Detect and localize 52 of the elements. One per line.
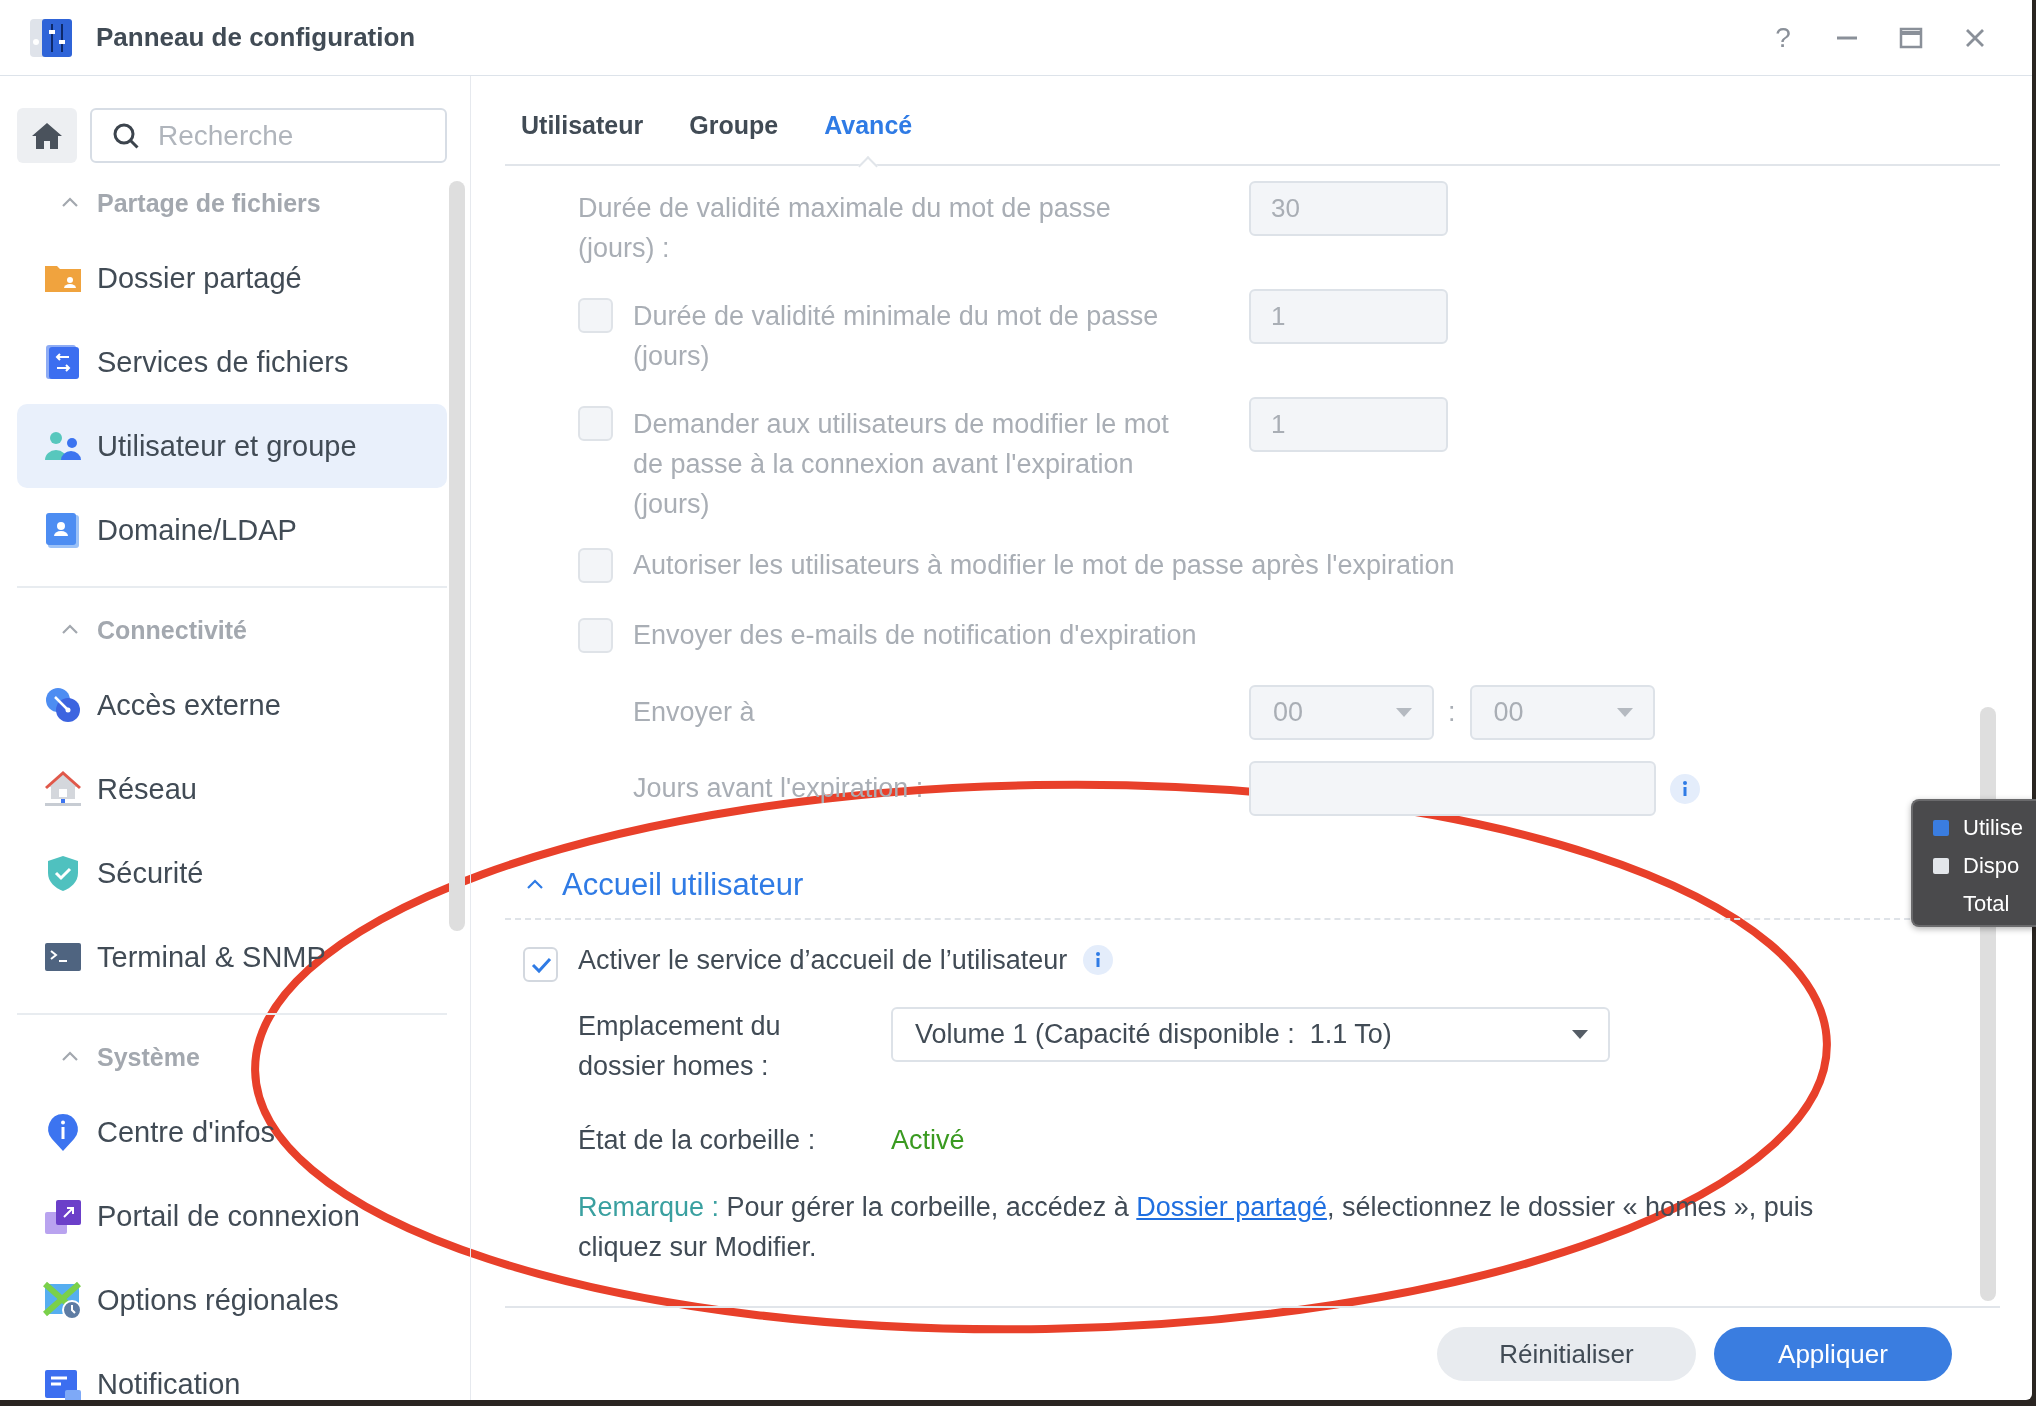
caret-icon (1572, 1029, 1588, 1040)
section-title: Système (97, 1042, 200, 1072)
sidebar-item[interactable]: Domaine/LDAP (17, 488, 447, 572)
field-label: Envoyer à (633, 696, 755, 729)
sidebar-item[interactable]: Portail de connexion (17, 1174, 447, 1258)
search-field[interactable]: Recherche (90, 108, 447, 163)
scrollbar[interactable] (449, 181, 465, 931)
field-label: Demander aux utilisateurs de modifier le mot de passe à la connexion avant l'expiration (jours) (633, 408, 1170, 521)
sidebar-item[interactable]: Notification (17, 1342, 447, 1400)
home-icon (31, 120, 63, 151)
house-network-icon (43, 769, 83, 809)
section-title: Connectivité (97, 615, 248, 645)
shared-folder-link[interactable]: Dossier partagé (1136, 1192, 1327, 1222)
field-label: Emplacement du dossier homes : (578, 1010, 782, 1083)
legend-label: Total (1963, 891, 2010, 917)
sidebar-item[interactable]: Sécurité (17, 831, 447, 915)
sidebar-item[interactable]: Utilisateur et groupe (17, 404, 447, 488)
legend-label: Utilise (1963, 815, 2023, 841)
info-icon[interactable] (1670, 773, 1700, 804)
sidebar-item[interactable]: Options régionales (17, 1258, 447, 1342)
volume-dropdown[interactable]: Volume 1 (Capacité disponible : 1.1 To) (891, 1007, 1610, 1062)
legend-label: Dispo (1963, 853, 2020, 879)
minimize-icon (1835, 35, 1859, 40)
caret-icon (1616, 707, 1633, 718)
checkbox[interactable] (523, 947, 558, 982)
caret-icon (1396, 707, 1412, 718)
maximize-icon (1899, 25, 1923, 50)
home-button[interactable] (17, 108, 77, 163)
info-icon[interactable] (1083, 945, 1114, 975)
reset-button[interactable]: Réinitialiser (1437, 1327, 1696, 1381)
checkbox-label: Activer le service d’accueil de l’utilisateur (578, 944, 1068, 976)
tab[interactable]: Groupe (689, 111, 779, 164)
field-label: Autoriser les utilisateurs à modifier le mot de passe après l'expiration (633, 549, 1455, 582)
section-title: Partage de fichiers (97, 188, 321, 218)
link-circles-icon (43, 685, 83, 725)
field-label: Durée de validité maximale du mot de passe (jours) : (578, 192, 1112, 265)
sidebar-item[interactable]: Services de fichiers (17, 320, 447, 404)
sidebar-item[interactable]: Réseau (17, 747, 447, 831)
section-title: Accueil utilisateur (562, 867, 804, 903)
window-title: Panneau de configuration (96, 22, 416, 53)
status-text: Activé (891, 1124, 965, 1157)
map-clock-icon (43, 1280, 83, 1320)
field-label: Envoyer des e-mails de notification d'expiration (633, 619, 1197, 652)
field-label: Durée de validité minimale du mot de passe (jours) (633, 300, 1160, 373)
field-label: État de la corbeille : (578, 1124, 817, 1157)
apply-button[interactable]: Appliquer (1714, 1327, 1952, 1381)
sidebar-item[interactable]: Centre d'infos (17, 1090, 447, 1174)
sidebar-item[interactable]: Accès externe (17, 663, 447, 747)
search-icon (112, 122, 140, 150)
sidebar-item[interactable]: Dossier partagé (17, 236, 447, 320)
time-separator: : (1448, 697, 1456, 728)
tab[interactable]: Utilisateur (521, 111, 644, 164)
